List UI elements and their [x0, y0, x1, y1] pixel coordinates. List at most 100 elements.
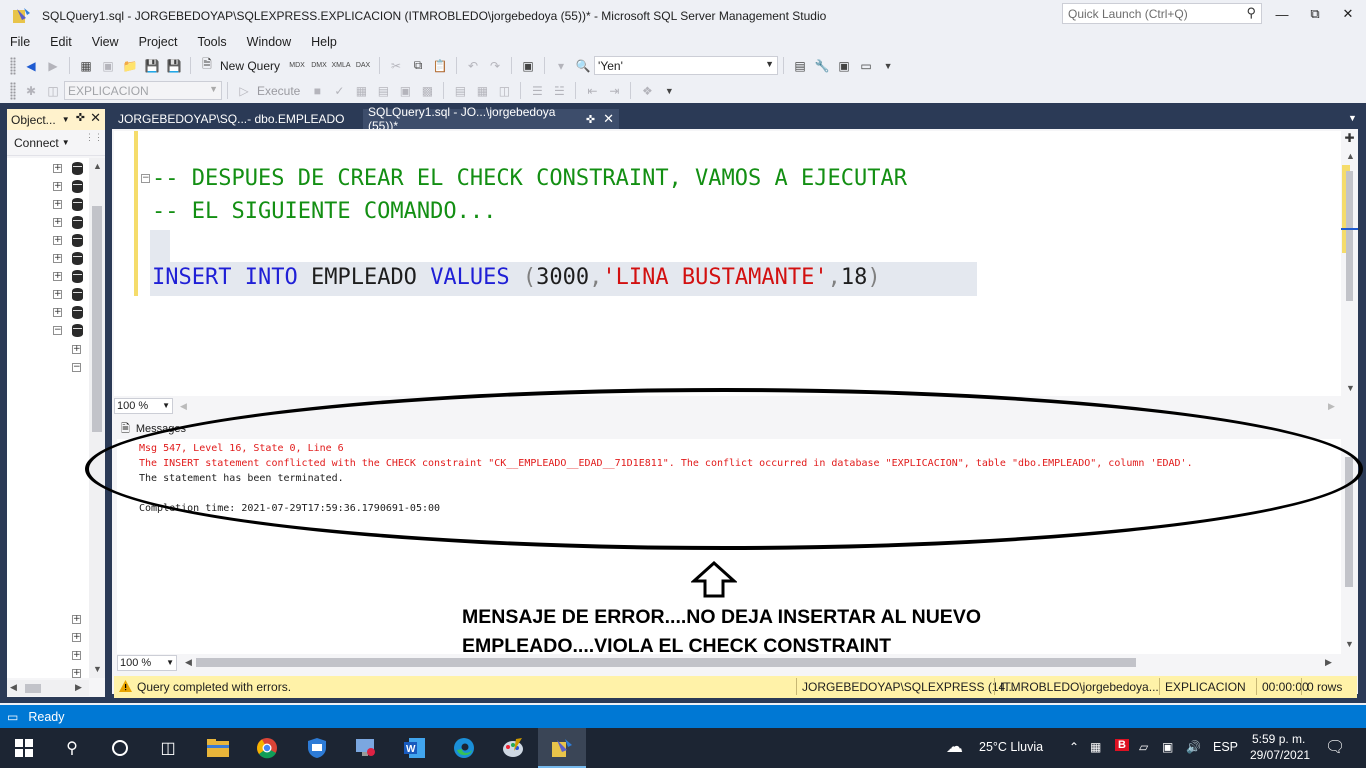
ssms-taskbar-icon[interactable]	[550, 736, 574, 760]
scrollbar-thumb[interactable]	[1346, 171, 1353, 301]
tab-empleado-table[interactable]: JORGEBEDOYAP\SQ...- dbo.EMPLEADO	[113, 109, 363, 129]
object-explorer-vertical-scrollbar[interactable]: ▲ ▼	[89, 158, 105, 678]
volume-icon[interactable]: 🔊	[1186, 740, 1201, 754]
scroll-left-icon[interactable]: ◀	[10, 682, 17, 693]
scroll-left-icon[interactable]: ◀	[180, 401, 187, 412]
mdx-query-icon[interactable]: MDX	[288, 57, 306, 75]
editor-vertical-scrollbar[interactable]: ▲ ▼	[1341, 131, 1358, 396]
word-icon[interactable]: W	[403, 736, 427, 760]
activity-monitor-icon[interactable]: ▣	[519, 57, 537, 75]
expand-icon[interactable]: +	[72, 614, 81, 624]
dax-query-icon[interactable]: DAX	[354, 57, 372, 75]
expand-icon[interactable]: +	[72, 650, 81, 660]
scrollbar-thumb[interactable]	[25, 684, 41, 693]
results-to-grid-icon[interactable]: ▦	[473, 82, 491, 100]
search-icon[interactable]: ⚲	[60, 736, 84, 760]
clock-time[interactable]: 5:59 p. m.	[1252, 732, 1305, 746]
specify-template-values-icon[interactable]: ❖	[638, 82, 656, 100]
collapse-region-icon[interactable]: −	[141, 174, 150, 183]
chevron-down-icon[interactable]: ▼	[62, 138, 70, 147]
tree-node-expanded[interactable]: −	[53, 322, 89, 338]
redo-icon[interactable]: ↷	[486, 57, 504, 75]
find-in-files-icon[interactable]: 🔍	[574, 57, 592, 75]
pin-icon[interactable]: ✜	[76, 111, 85, 124]
language-indicator[interactable]: ESP	[1213, 740, 1238, 754]
forward-icon[interactable]: ▶	[44, 57, 62, 75]
cancel-query-icon[interactable]: ■	[308, 82, 326, 100]
toolbar-grip[interactable]	[10, 56, 16, 75]
windows-start-icon[interactable]	[12, 736, 36, 760]
weather-text[interactable]: 25°C Lluvia	[979, 740, 1043, 754]
toolbar-options-icon[interactable]: ▼	[879, 57, 897, 75]
display-plan-icon[interactable]: ▦	[352, 82, 370, 100]
close-tab-icon[interactable]: ✕	[603, 111, 614, 127]
scroll-up-icon[interactable]: ▲	[93, 161, 102, 171]
comment-lines-icon[interactable]: ☰	[528, 82, 546, 100]
clock-date[interactable]: 29/07/2021	[1250, 748, 1310, 762]
more-icon[interactable]: ⋮⋮	[85, 132, 103, 143]
scroll-down-icon[interactable]: ▼	[1345, 639, 1354, 649]
tree-node[interactable]: +	[53, 160, 89, 176]
back-icon[interactable]: ◀	[22, 57, 40, 75]
connect-button[interactable]: Connect	[14, 136, 59, 150]
menu-project[interactable]: Project	[129, 35, 188, 49]
scroll-right-icon[interactable]: ▶	[75, 682, 82, 693]
tree-node[interactable]: +	[53, 232, 89, 248]
command-window-icon[interactable]: ▭	[857, 57, 875, 75]
file-explorer-icon[interactable]	[206, 736, 230, 760]
uncomment-lines-icon[interactable]: ☱	[550, 82, 568, 100]
close-icon[interactable]: ✕	[90, 110, 101, 126]
tab-list-dropdown-icon[interactable]: ▼	[1348, 113, 1357, 123]
increase-indent-icon[interactable]: ⇥	[605, 82, 623, 100]
collapse-icon[interactable]: −	[53, 325, 62, 335]
object-explorer-horizontal-scrollbar[interactable]: ◀ ▶	[7, 680, 89, 696]
tray-app-icon[interactable]: ▦	[1090, 740, 1101, 754]
chevron-down-icon[interactable]: ▼	[62, 115, 70, 124]
restore-icon[interactable]: ⧉	[1301, 4, 1329, 24]
tree-node[interactable]: +	[53, 268, 89, 284]
tree-node[interactable]: +	[53, 250, 89, 266]
split-window-icon[interactable]: ✚	[1341, 131, 1358, 147]
new-query-icon[interactable]: 🗎	[198, 57, 216, 75]
results-to-file-icon[interactable]: ◫	[495, 82, 513, 100]
expand-icon[interactable]: +	[53, 199, 62, 209]
chrome-icon[interactable]	[255, 736, 279, 760]
pin-icon[interactable]: ✜	[586, 113, 595, 126]
minimize-icon[interactable]: —	[1268, 4, 1296, 24]
tab-sqlquery1[interactable]: SQLQuery1.sql - JO...\jorgebedoya (55))*…	[363, 105, 619, 133]
chevron-down-icon[interactable]: ▼	[209, 84, 218, 94]
expand-icon[interactable]: +	[72, 344, 81, 354]
include-plan-icon[interactable]: ▩	[418, 82, 436, 100]
tree-node[interactable]: +	[53, 178, 89, 194]
copy-icon[interactable]: ⧉	[409, 57, 427, 75]
menu-edit[interactable]: Edit	[40, 35, 82, 49]
task-view-icon[interactable]: ◫	[156, 736, 180, 760]
connect-icon[interactable]: ✱	[22, 82, 40, 100]
remote-desktop-icon[interactable]	[354, 736, 378, 760]
undo-icon[interactable]: ↶	[464, 57, 482, 75]
toolbar-grip[interactable]	[10, 81, 16, 100]
expand-icon[interactable]: +	[72, 668, 81, 678]
expand-icon[interactable]: +	[53, 235, 62, 245]
available-databases-combo[interactable]: EXPLICACION ▼	[64, 81, 222, 100]
cortana-icon[interactable]	[108, 736, 132, 760]
cut-icon[interactable]: ✂	[387, 57, 405, 75]
find-combo[interactable]: 'Yen' ▼	[594, 56, 779, 75]
scroll-down-icon[interactable]: ▼	[93, 664, 102, 674]
network-icon[interactable]: ▣	[1162, 740, 1173, 754]
object-explorer-tab[interactable]: Object... ▼ ✜ ✕	[7, 109, 105, 130]
results-to-text-icon[interactable]: ▤	[451, 82, 469, 100]
change-connection-icon[interactable]: ◫	[44, 82, 62, 100]
toolbox-icon[interactable]: ▣	[835, 57, 853, 75]
menu-view[interactable]: View	[82, 35, 129, 49]
menu-window[interactable]: Window	[237, 35, 301, 49]
tree-node[interactable]: +	[53, 286, 89, 302]
save-all-icon[interactable]: 💾	[165, 57, 183, 75]
open-file-icon[interactable]: 📁	[121, 57, 139, 75]
intellisense-icon[interactable]: ▣	[396, 82, 414, 100]
show-hidden-icons-icon[interactable]: ⌃	[1069, 740, 1079, 754]
expand-icon[interactable]: +	[53, 271, 62, 281]
save-icon[interactable]: 💾	[143, 57, 161, 75]
toolbar-options-icon[interactable]: ▼	[660, 82, 678, 100]
menu-file[interactable]: File	[0, 35, 40, 49]
